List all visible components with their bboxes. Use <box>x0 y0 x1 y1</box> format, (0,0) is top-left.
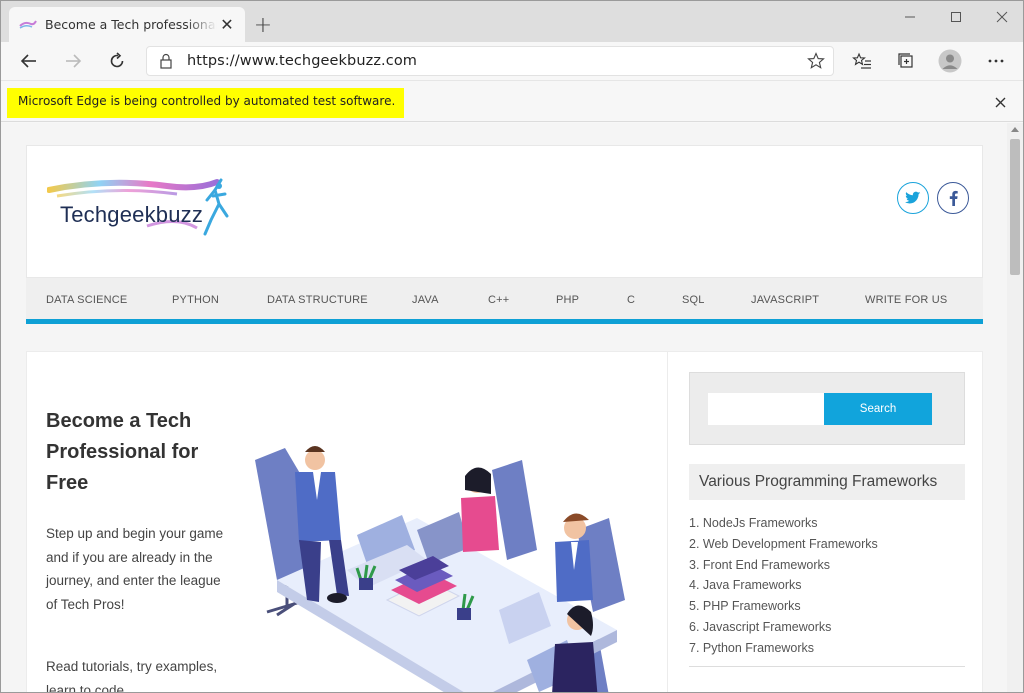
list-item[interactable]: 3. Front End Frameworks <box>689 558 965 579</box>
scroll-thumb[interactable] <box>1010 139 1020 275</box>
tab-close-icon[interactable]: ✕ <box>217 15 237 35</box>
search-input[interactable] <box>708 393 824 425</box>
collections-icon <box>898 53 913 68</box>
close-icon <box>996 11 1008 23</box>
infobar-close-button[interactable] <box>989 91 1011 113</box>
more-icon <box>988 59 1004 63</box>
list-item[interactable]: 6. Javascript Frameworks <box>689 620 965 641</box>
automation-infobar: Microsoft Edge is being controlled by au… <box>1 80 1023 122</box>
infobar-message: Microsoft Edge is being controlled by au… <box>18 94 396 108</box>
tab-strip: Become a Tech professional for free ✕ + <box>1 1 1023 42</box>
nav-item-php[interactable]: PHP <box>556 294 579 306</box>
twitter-link[interactable] <box>897 182 929 214</box>
page-content: Become a Tech Professional for Free Step… <box>26 351 983 693</box>
site-favicon-icon <box>19 20 37 29</box>
url-text: https://www.techgeekbuzz.com <box>187 53 418 69</box>
maximize-button[interactable] <box>933 5 979 29</box>
nav-item-write-for-us[interactable]: WRITE FOR US <box>865 294 947 306</box>
nav-item-javascript[interactable]: JAVASCRIPT <box>751 294 819 306</box>
facebook-icon <box>949 190 958 206</box>
maximize-icon <box>951 12 961 22</box>
nav-item-python[interactable]: PYTHON <box>172 294 219 306</box>
browser-toolbar: https://www.techgeekbuzz.com <box>1 42 1023 80</box>
nav-item-data-science[interactable]: DATA SCIENCE <box>46 294 127 306</box>
scroll-up-icon[interactable] <box>1011 127 1019 132</box>
logo-text: Techgeekbuzz <box>60 202 204 227</box>
tab-title: Become a Tech professional for free <box>45 17 217 32</box>
back-arrow-icon <box>20 54 36 68</box>
site-header: Techgeekbuzz <box>26 145 983 278</box>
favorites-button[interactable] <box>846 46 878 76</box>
forward-arrow-icon <box>66 54 82 68</box>
close-window-button[interactable] <box>979 5 1023 29</box>
frameworks-list: 1. NodeJs Frameworks 2. Web Development … <box>689 516 965 662</box>
minimize-button[interactable] <box>887 5 933 29</box>
list-item[interactable]: 7. Python Frameworks <box>689 641 965 662</box>
refresh-button[interactable] <box>101 46 133 76</box>
divider <box>689 666 965 667</box>
hero-paragraph: Step up and begin your game and if you a… <box>46 526 224 612</box>
page-viewport: Techgeekbuzz DATA SCIENCE PYTHON DATA ST… <box>1 123 1007 693</box>
minimize-icon <box>905 16 915 18</box>
nav-item-c[interactable]: C <box>627 294 635 306</box>
list-item[interactable]: 4. Java Frameworks <box>689 578 965 599</box>
list-item[interactable]: 2. Web Development Frameworks <box>689 537 965 558</box>
facebook-link[interactable] <box>937 182 969 214</box>
profile-icon <box>938 49 962 73</box>
nav-item-sql[interactable]: SQL <box>682 294 705 306</box>
nav-item-java[interactable]: JAVA <box>412 294 439 306</box>
close-icon <box>995 97 1005 107</box>
back-button[interactable] <box>13 46 45 76</box>
search-widget: Search <box>689 372 965 445</box>
search-button[interactable]: Search <box>824 393 932 425</box>
lock-icon <box>160 53 172 69</box>
list-item[interactable]: 5. PHP Frameworks <box>689 599 965 620</box>
favorites-icon <box>852 52 871 69</box>
profile-button[interactable] <box>934 46 966 76</box>
new-tab-button[interactable]: + <box>251 13 275 38</box>
nav-item-data-structure[interactable]: DATA STRUCTURE <box>267 294 368 306</box>
site-logo[interactable]: Techgeekbuzz <box>47 176 237 246</box>
browser-tab[interactable]: Become a Tech professional for free ✕ <box>9 7 245 42</box>
star-icon[interactable] <box>807 52 825 70</box>
address-bar[interactable]: https://www.techgeekbuzz.com <box>146 46 834 76</box>
frameworks-widget-title: Various Programming Frameworks <box>689 464 965 500</box>
collections-button[interactable] <box>890 46 922 76</box>
refresh-icon <box>110 52 124 68</box>
team-meeting-illustration <box>255 446 625 692</box>
list-item[interactable]: 1. NodeJs Frameworks <box>689 516 965 537</box>
site-navbar: DATA SCIENCE PYTHON DATA STRUCTURE JAVA … <box>26 278 983 324</box>
sidebar: Search Various Programming Frameworks 1.… <box>689 352 965 692</box>
nav-item-cpp[interactable]: C++ <box>488 294 509 306</box>
twitter-icon <box>905 191 921 204</box>
more-menu-button[interactable] <box>980 46 1012 76</box>
forward-button[interactable] <box>57 46 89 76</box>
main-column: Become a Tech Professional for Free Step… <box>27 352 668 693</box>
hero-title: Become a Tech Professional for Free <box>46 410 199 494</box>
browser-window: Become a Tech professional for free ✕ + … <box>0 0 1024 693</box>
page-scrollbar[interactable] <box>1007 123 1023 692</box>
hero-paragraph-2: Read tutorials, try examples, learn to c… <box>46 659 218 693</box>
